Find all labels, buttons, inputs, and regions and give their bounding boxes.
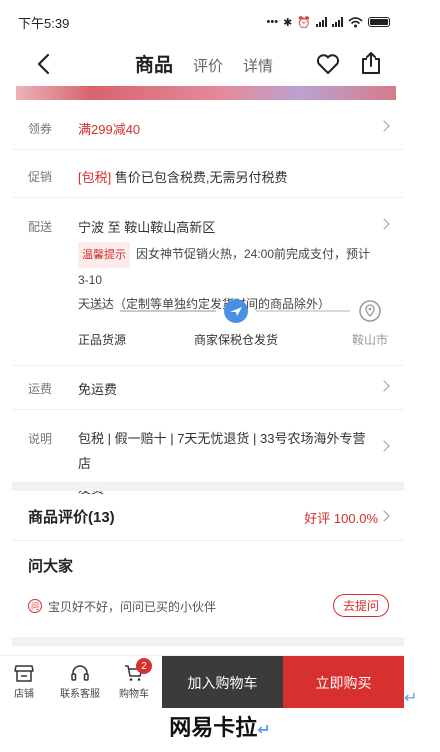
- status-icons: ••• ✱ ⏰: [267, 16, 390, 29]
- caption-text: 网易卡拉: [169, 715, 258, 740]
- coupon-label: 领券: [28, 122, 53, 136]
- return-mark-icon: ↵: [404, 690, 418, 707]
- more-dots-icon: •••: [266, 16, 279, 28]
- reviews-row[interactable]: 商品评价(13) 好评 100.0%: [12, 491, 404, 541]
- status-bar: 下午5:39 ••• ✱ ⏰: [0, 0, 404, 44]
- chevron-right-icon: [378, 120, 390, 132]
- customer-service-label: 联系客服: [60, 689, 100, 700]
- question-icon: 问: [28, 599, 42, 613]
- coupon-value: 满299减40: [78, 122, 141, 137]
- step-destination: 鞍山市: [352, 333, 389, 347]
- store-label: 店铺: [14, 689, 34, 700]
- share-icon[interactable]: [358, 50, 384, 76]
- wifi-icon: [348, 16, 363, 27]
- ask-question-button[interactable]: 去提问: [333, 594, 389, 617]
- product-banner-strip: [16, 86, 396, 100]
- promotion-tag: [包税]: [78, 170, 112, 185]
- nav-tabs: 商品 评价 详情: [135, 50, 273, 77]
- coupon-row[interactable]: 领券 满299减40: [12, 104, 404, 150]
- reviews-rating: 好评 100.0%: [304, 511, 378, 526]
- customer-service-button[interactable]: 联系客服: [48, 656, 112, 708]
- description-line1: 包税 | 假一赔十 | 7天无忧退货 | 33号农场海外专营店: [78, 431, 366, 471]
- cart-count-badge: 2: [136, 658, 152, 674]
- step-bonded-warehouse: 商家保税仓发货: [194, 333, 279, 347]
- qa-question: 宝贝好不好，问问已买的小伙伴: [48, 600, 217, 614]
- description-label: 说明: [28, 432, 53, 446]
- promotion-text: [包税] 售价已包含税费,无需另付税费: [78, 167, 287, 186]
- qa-title: 问大家: [28, 558, 74, 575]
- headset-icon: [71, 665, 89, 681]
- store-icon: [14, 665, 34, 682]
- notice-tag: 温馨提示: [78, 242, 130, 268]
- promotion-row: 促销 [包税] 售价已包含税费,无需另付税费: [12, 150, 404, 198]
- bottom-action-bar: 店铺 联系客服 购物车 2 加入购物车 立即购买: [0, 655, 404, 708]
- chevron-right-icon: [378, 510, 390, 522]
- section-divider: [12, 482, 404, 491]
- progress-line-right: [256, 310, 350, 312]
- chevron-right-icon: [378, 440, 390, 452]
- tab-details[interactable]: 详情: [243, 55, 273, 76]
- airplane-icon: [224, 299, 248, 323]
- promotion-label: 促销: [28, 170, 53, 184]
- section-divider: [12, 637, 404, 646]
- favorite-heart-icon[interactable]: [316, 53, 340, 75]
- shipping-row[interactable]: 运费 免运费: [12, 366, 404, 410]
- step-origin: 正品货源: [78, 333, 127, 347]
- app-screen: 下午5:39 ••• ✱ ⏰ 商品 评价 详情 领券 满299减40 促销 [包…: [0, 0, 404, 708]
- chevron-right-icon: [378, 218, 390, 230]
- cart-label: 购物车: [119, 689, 149, 700]
- add-to-cart-button[interactable]: 加入购物车: [162, 656, 283, 708]
- top-nav: 商品 评价 详情: [0, 44, 404, 84]
- return-mark-icon: ↵: [257, 722, 271, 739]
- back-arrow-icon[interactable]: [34, 52, 54, 76]
- qa-section: 问大家 问 宝贝好不好，问问已买的小伙伴 去提问: [12, 541, 404, 637]
- cart-button[interactable]: 购物车 2: [112, 656, 156, 708]
- buy-now-button[interactable]: 立即购买: [283, 656, 404, 708]
- location-pin-icon: [359, 300, 381, 322]
- chevron-right-icon: [378, 380, 390, 392]
- signal-icon-2: [332, 17, 343, 27]
- status-time: 下午5:39: [18, 15, 70, 31]
- caption-area: 网易卡拉↵: [0, 710, 440, 742]
- progress-line-left: [120, 310, 216, 312]
- battery-icon: [368, 17, 390, 27]
- shipping-value: 免运费: [78, 382, 118, 397]
- alarm-icon: ⏰: [297, 16, 311, 29]
- description-row[interactable]: 说明 包税 | 假一赔十 | 7天无忧退货 | 33号农场海外专营店 发货: [12, 410, 404, 496]
- kaola-brand-mark: Kaola: [88, 306, 104, 312]
- shipping-label: 运费: [28, 382, 53, 396]
- promotion-desc: 售价已包含税费,无需另付税费: [114, 170, 288, 185]
- delivery-route: 宁波 至 鞍山鞍山高新区: [78, 220, 216, 235]
- bluetooth-icon: ✱: [283, 16, 293, 29]
- tab-product[interactable]: 商品: [135, 50, 173, 77]
- tab-reviews[interactable]: 评价: [193, 55, 223, 76]
- reviews-title: 商品评价(13): [28, 509, 115, 526]
- delivery-tracker: Kaola 正品货源 商家保税仓发货 鞍山市: [0, 299, 404, 360]
- delivery-label: 配送: [28, 220, 53, 234]
- store-button[interactable]: 店铺: [0, 656, 48, 708]
- signal-icon: [316, 17, 327, 27]
